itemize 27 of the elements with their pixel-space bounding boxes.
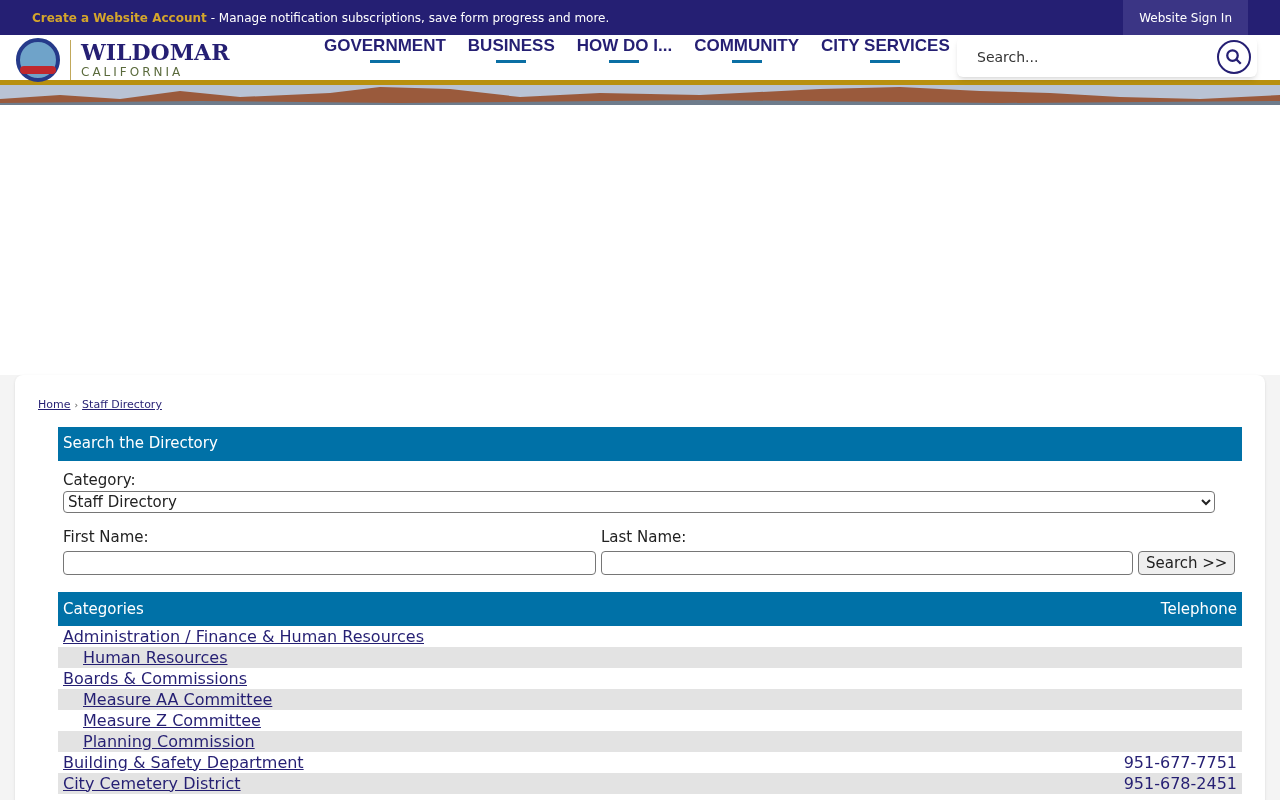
column-header: Categories xyxy=(63,598,144,620)
search-icon[interactable] xyxy=(1217,40,1251,74)
city-seal-icon xyxy=(16,38,60,82)
column-header: Telephone xyxy=(1160,598,1237,620)
nav-link[interactable]: GOVERNMENT xyxy=(320,36,450,63)
sign-in-button[interactable]: Website Sign In xyxy=(1123,0,1248,35)
search-field[interactable]: Search... xyxy=(957,37,1257,77)
first-name-input[interactable] xyxy=(63,551,596,575)
field-label: Last Name: xyxy=(601,526,688,548)
field-label: First Name: xyxy=(63,526,150,548)
nav-link[interactable]: BUSINESS xyxy=(463,36,559,63)
section-header: Search the Directory xyxy=(58,426,1242,461)
last-name-input[interactable] xyxy=(601,551,1133,575)
breadcrumb-link[interactable]: Staff Directory xyxy=(82,397,162,414)
search-input[interactable]: Search... xyxy=(977,46,1217,68)
breadcrumb-link[interactable]: Home xyxy=(38,397,71,414)
nav-link[interactable]: CITY SERVICES xyxy=(817,36,954,63)
logo-wordmark: WILDOMAR xyxy=(81,40,230,64)
field-label: Category: xyxy=(63,469,137,491)
create-account-link[interactable]: Create a Website Account xyxy=(32,8,207,27)
notification-message: - Manage notification subscriptions, save form progress and more. xyxy=(210,9,610,27)
nav-link[interactable]: HOW DO I... xyxy=(572,36,677,63)
nav-link[interactable]: COMMUNITY xyxy=(690,36,803,63)
search-button[interactable]: Search >> xyxy=(1138,551,1236,575)
category-select[interactable]: Staff Directory xyxy=(63,491,1215,513)
breadcrumb-separator: › xyxy=(74,398,79,412)
logo-subtitle: CALIFORNIA xyxy=(81,64,185,80)
